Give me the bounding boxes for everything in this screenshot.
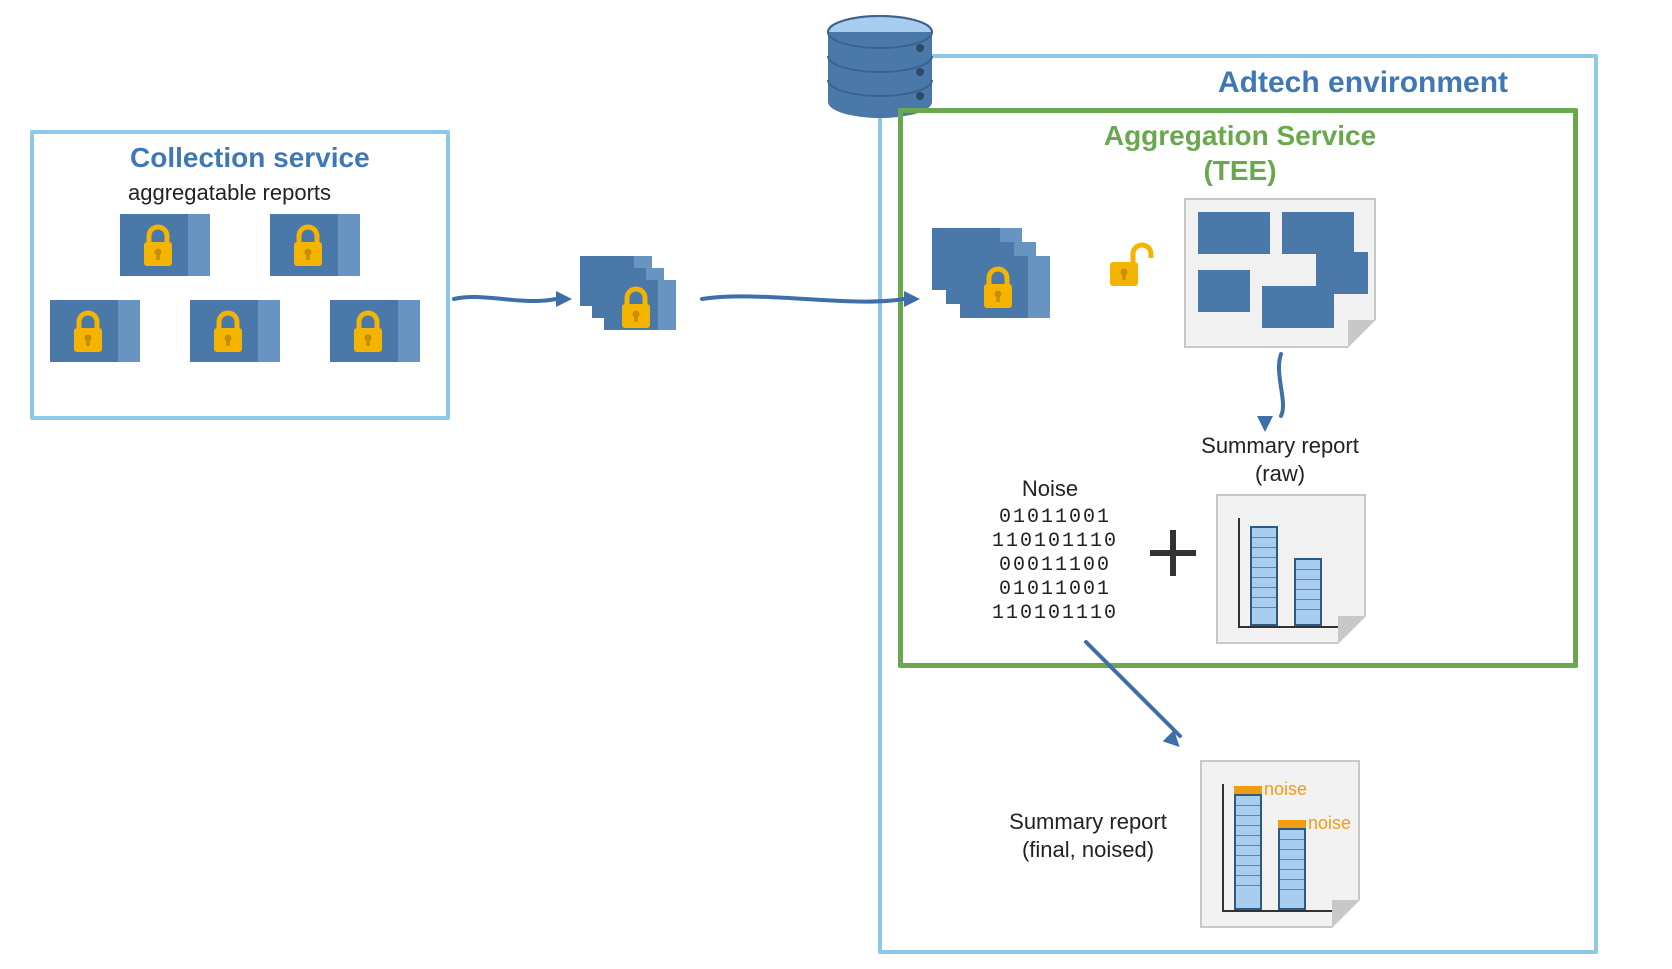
adtech-title: Adtech environment (1218, 66, 1508, 100)
noise-binary: 01011001 110101110 00011100 01011001 110… (980, 506, 1130, 626)
locked-report-icon (120, 214, 210, 276)
locked-report-icon (330, 300, 420, 362)
decrypted-data-doc (1184, 198, 1376, 348)
arrow-diagonal-icon (1080, 636, 1200, 756)
lock-icon (290, 224, 326, 270)
diagram-canvas: Adtech environment Aggregation Service (… (0, 0, 1672, 969)
locked-report-icon (190, 300, 280, 362)
unlock-icon (1106, 244, 1166, 304)
lock-icon (350, 310, 386, 356)
locked-report-icon (270, 214, 360, 276)
collection-title: Collection service (130, 142, 370, 174)
plus-icon (1150, 530, 1196, 576)
aggregation-title: Aggregation Service (TEE) (1050, 118, 1430, 188)
arrow-down-icon (1266, 352, 1296, 432)
locked-report-icon (50, 300, 140, 362)
lock-icon (70, 310, 106, 356)
summary-final-label: Summary report (final, noised) (988, 808, 1188, 863)
lock-icon (618, 286, 654, 332)
summary-raw-doc (1216, 494, 1366, 644)
report-stack-icon (580, 256, 690, 336)
aggregatable-reports-label: aggregatable reports (128, 180, 331, 206)
summary-raw-label: Summary report (raw) (1180, 432, 1380, 487)
noise-label: Noise (980, 476, 1120, 502)
arrow-icon (452, 284, 572, 314)
noise-cap-label: noise (1308, 813, 1351, 834)
noise-cap-label: noise (1264, 779, 1307, 800)
summary-final-doc: noise noise (1200, 760, 1360, 928)
arrow-icon (700, 284, 920, 314)
lock-icon (140, 224, 176, 270)
lock-icon (980, 266, 1016, 312)
lock-icon (210, 310, 246, 356)
report-stack-icon (932, 228, 1062, 328)
